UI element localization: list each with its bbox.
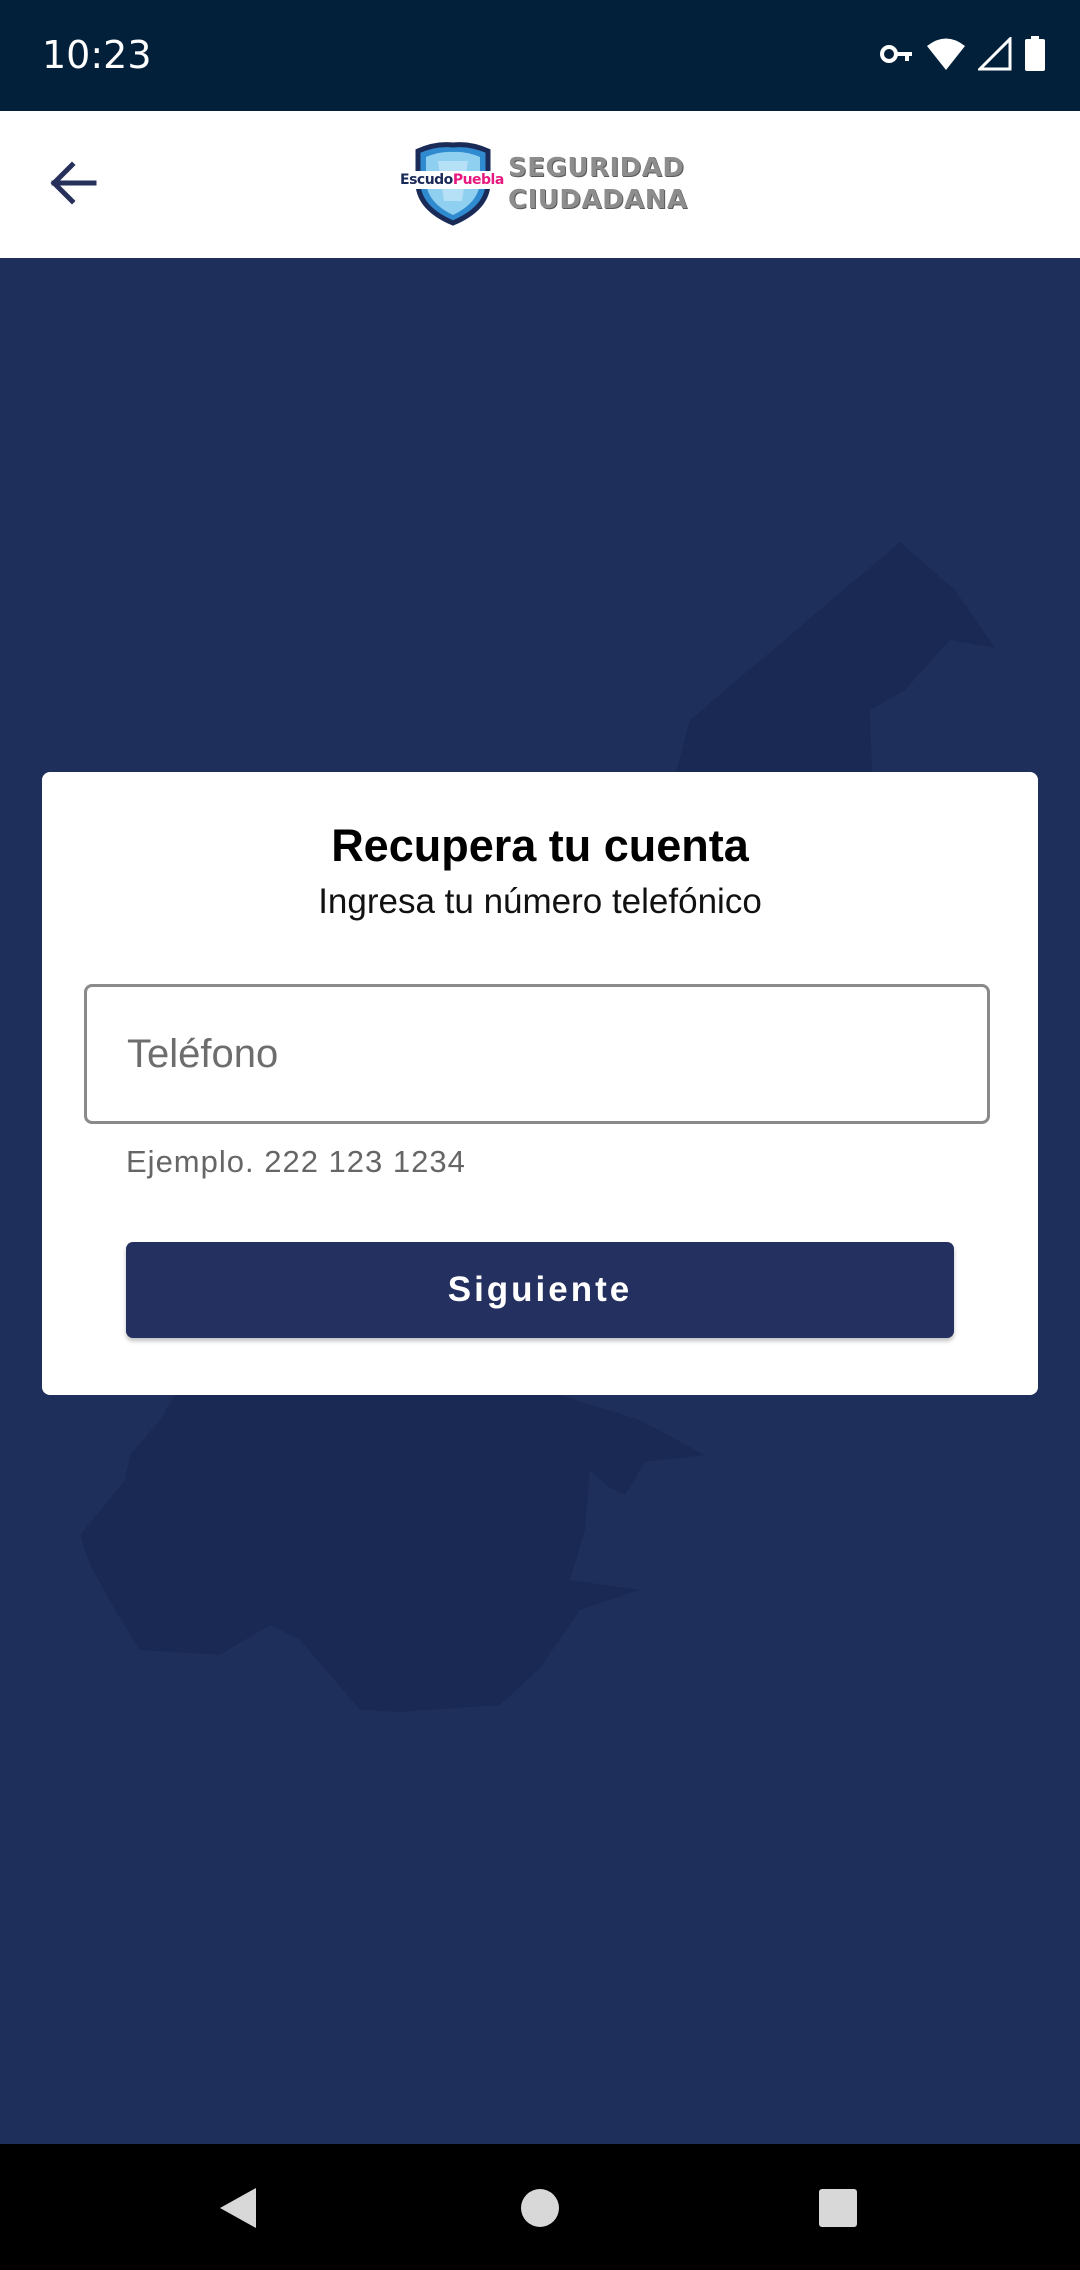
status-time: 10:23 xyxy=(42,33,152,77)
status-bar: 10:23 xyxy=(0,0,1080,111)
logo-line-2: CIUDADANA xyxy=(508,185,688,215)
wifi-icon xyxy=(926,37,966,76)
battery-icon xyxy=(1024,35,1046,77)
app-logo: EscudoPuebla SEGURIDAD CIUDADANA xyxy=(398,141,687,227)
nav-home-button[interactable] xyxy=(508,2176,572,2240)
phone-input[interactable] xyxy=(87,987,987,1121)
home-circle-icon xyxy=(521,2189,559,2227)
back-triangle-icon xyxy=(220,2188,256,2228)
status-icons xyxy=(880,34,1046,78)
recovery-card: Recupera tu cuenta Ingresa tu número tel… xyxy=(42,772,1038,1395)
recents-square-icon xyxy=(819,2189,857,2227)
phone-helper-text: Ejemplo. 222 123 1234 xyxy=(126,1144,466,1179)
nav-back-button[interactable] xyxy=(206,2176,270,2240)
system-nav-bar xyxy=(0,2144,1080,2270)
card-title: Recupera tu cuenta xyxy=(331,820,749,871)
arrow-left-icon xyxy=(48,160,98,210)
next-button[interactable]: Siguiente xyxy=(126,1242,954,1338)
nav-recents-button[interactable] xyxy=(806,2176,870,2240)
vpn-key-icon xyxy=(880,42,914,71)
logo-shield-text: EscudoPuebla xyxy=(400,172,504,188)
card-subtitle: Ingresa tu número telefónico xyxy=(318,882,762,921)
cell-signal-icon xyxy=(976,34,1012,76)
app-bar: EscudoPuebla SEGURIDAD CIUDADANA xyxy=(0,111,1080,258)
phone-field[interactable] xyxy=(84,984,990,1124)
back-button[interactable] xyxy=(30,146,116,224)
logo-line-1: SEGURIDAD xyxy=(508,153,685,183)
